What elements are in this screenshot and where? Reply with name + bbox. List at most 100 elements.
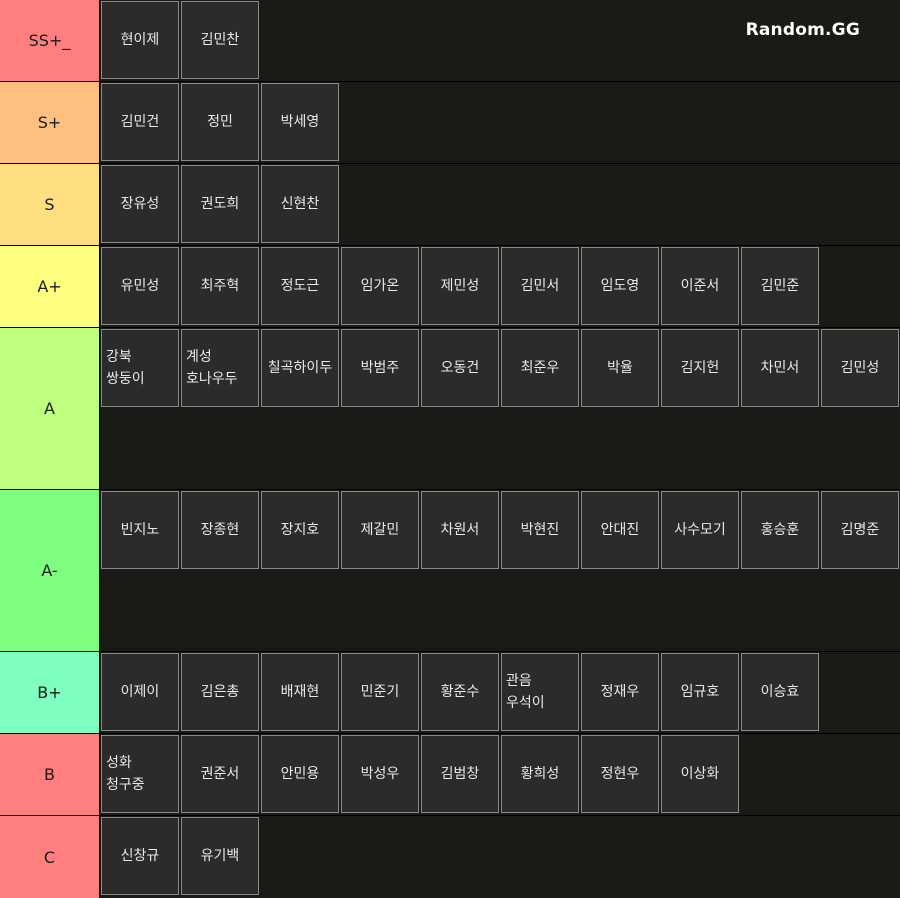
tier-item-card[interactable]: 배재현 (261, 653, 339, 731)
tier-item-card[interactable]: 이제이 (101, 653, 179, 731)
tier-item-label: 정도근 (280, 278, 320, 294)
tier-item-card[interactable]: 강북 쌍둥이 (101, 329, 179, 407)
tier-item-label: 최준우 (520, 360, 560, 376)
tier-item-card[interactable]: 박율 (581, 329, 659, 407)
tier-item-card[interactable]: 임도영 (581, 247, 659, 325)
tier-item-card[interactable]: 임규호 (661, 653, 739, 731)
tier-item-card[interactable]: 정재우 (581, 653, 659, 731)
tier-item-card[interactable]: 제민성 (421, 247, 499, 325)
tier-item-card[interactable]: 성화 청구중 (101, 735, 179, 813)
tier-item-label: 홍승훈 (760, 522, 800, 538)
tier-item-card[interactable]: 김민준 (741, 247, 819, 325)
tier-item-card[interactable]: 김민서 (501, 247, 579, 325)
tier-item-card[interactable]: 박범주 (341, 329, 419, 407)
tier-row: SS+_ 현이제 김민찬 (0, 0, 900, 81)
tier-item-card[interactable]: 신창규 (101, 817, 179, 895)
tier-item-card[interactable]: 민준기 (341, 653, 419, 731)
tier-item-card[interactable]: 박현진 (501, 491, 579, 569)
tier-item-label: 관음 우석이 (506, 673, 545, 711)
tier-row: S 장유성 권도희 신현찬 (0, 164, 900, 245)
tier-item-label: 최주혁 (200, 278, 240, 294)
tier-row: A 강북 쌍둥이 계성 호나우두 칠곡하이두 박범주 오동건 최준우 박율 김지헌 차민서 김민성 (0, 328, 900, 489)
tier-item-label: 김민건 (120, 114, 160, 130)
tier-item-card[interactable]: 장지호 (261, 491, 339, 569)
tier-item-label: 현이제 (120, 32, 160, 48)
tier-item-card[interactable]: 홍승훈 (741, 491, 819, 569)
tier-item-label: 장지호 (280, 522, 320, 538)
tier-item-card[interactable]: 정민 (181, 83, 259, 161)
tier-item-card[interactable]: 김지헌 (661, 329, 739, 407)
tier-label: A- (0, 490, 99, 651)
tier-item-card[interactable]: 제갈민 (341, 491, 419, 569)
tier-item-card[interactable]: 안대진 (581, 491, 659, 569)
tier-item-card[interactable]: 이승효 (741, 653, 819, 731)
tier-item-card[interactable]: 박성우 (341, 735, 419, 813)
tier-item-card[interactable]: 최주혁 (181, 247, 259, 325)
tier-item-card[interactable]: 현이제 (101, 1, 179, 79)
tier-item-card[interactable]: 장종현 (181, 491, 259, 569)
tier-item-label: 차민서 (760, 360, 800, 376)
tier-items-container: 유민성 최주혁 정도근 임가온 제민성 김민서 임도영 이준서 김민준 (100, 246, 900, 327)
tier-items-container: 이제이 김은총 배재현 민준기 황준수 관음 우석이 정재우 임규호 이승효 (100, 652, 900, 733)
tier-item-card[interactable]: 이상화 (661, 735, 739, 813)
tier-item-card[interactable]: 김민성 (821, 329, 899, 407)
tier-item-card[interactable]: 관음 우석이 (501, 653, 579, 731)
tier-item-label: 정민 (207, 114, 233, 130)
tier-item-label: 임규호 (680, 684, 720, 700)
tier-item-label: 김명준 (840, 522, 880, 538)
tier-item-card[interactable]: 김민건 (101, 83, 179, 161)
tier-label: S (0, 164, 99, 245)
tier-item-card[interactable]: 임가온 (341, 247, 419, 325)
tier-item-label: 황희성 (520, 766, 560, 782)
tier-item-label: 김범창 (440, 766, 480, 782)
tier-item-label: 성화 청구중 (106, 755, 145, 793)
tier-item-label: 신창규 (120, 848, 160, 864)
tier-row: B 성화 청구중 권준서 안민용 박성우 김범창 황희성 정현우 이상화 (0, 734, 900, 815)
tier-item-label: 박성우 (360, 766, 400, 782)
tier-item-card[interactable]: 안민용 (261, 735, 339, 813)
tier-row: B+ 이제이 김은총 배재현 민준기 황준수 관음 우석이 정재우 임규호 이승효 (0, 652, 900, 733)
tier-item-card[interactable]: 황희성 (501, 735, 579, 813)
tier-label: SS+_ (0, 0, 99, 81)
tier-item-card[interactable]: 김명준 (821, 491, 899, 569)
tier-item-card[interactable]: 차원서 (421, 491, 499, 569)
tier-item-card[interactable]: 계성 호나우두 (181, 329, 259, 407)
tier-item-card[interactable]: 사수모기 (661, 491, 739, 569)
tier-item-card[interactable]: 최준우 (501, 329, 579, 407)
tier-label: S+ (0, 82, 99, 163)
tier-item-card[interactable]: 칠곡하이두 (261, 329, 339, 407)
tier-item-label: 임가온 (360, 278, 400, 294)
tier-item-card[interactable]: 정현우 (581, 735, 659, 813)
tier-item-card[interactable]: 신현찬 (261, 165, 339, 243)
tier-item-label: 빈지노 (120, 522, 160, 538)
tier-item-label: 황준수 (440, 684, 480, 700)
tier-item-card[interactable]: 빈지노 (101, 491, 179, 569)
tier-item-card[interactable]: 김은총 (181, 653, 259, 731)
tier-row: A- 빈지노 장종현 장지호 제갈민 차원서 박현진 안대진 사수모기 홍승훈 김명준 (0, 490, 900, 651)
tier-item-card[interactable]: 김민찬 (181, 1, 259, 79)
tier-item-label: 이제이 (120, 684, 160, 700)
tier-item-card[interactable]: 유민성 (101, 247, 179, 325)
tier-item-card[interactable]: 이준서 (661, 247, 739, 325)
tier-item-card[interactable]: 김범창 (421, 735, 499, 813)
tier-items-container: 빈지노 장종현 장지호 제갈민 차원서 박현진 안대진 사수모기 홍승훈 김명준 (100, 490, 900, 651)
tier-item-card[interactable]: 유기백 (181, 817, 259, 895)
tier-item-card[interactable]: 박세영 (261, 83, 339, 161)
tier-item-label: 강북 쌍둥이 (106, 349, 145, 387)
tier-item-label: 김은총 (200, 684, 240, 700)
tier-item-label: 김민서 (520, 278, 560, 294)
tier-label: A+ (0, 246, 99, 327)
tier-item-card[interactable]: 차민서 (741, 329, 819, 407)
tier-item-label: 제민성 (440, 278, 480, 294)
tier-item-label: 김민찬 (200, 32, 240, 48)
tier-item-label: 안대진 (600, 522, 640, 538)
tier-label: A (0, 328, 99, 489)
tier-item-card[interactable]: 권도희 (181, 165, 259, 243)
tier-item-label: 임도영 (600, 278, 640, 294)
tier-item-card[interactable]: 황준수 (421, 653, 499, 731)
tier-item-label: 사수모기 (674, 522, 726, 538)
tier-item-card[interactable]: 권준서 (181, 735, 259, 813)
tier-item-card[interactable]: 장유성 (101, 165, 179, 243)
tier-item-card[interactable]: 정도근 (261, 247, 339, 325)
tier-item-card[interactable]: 오동건 (421, 329, 499, 407)
